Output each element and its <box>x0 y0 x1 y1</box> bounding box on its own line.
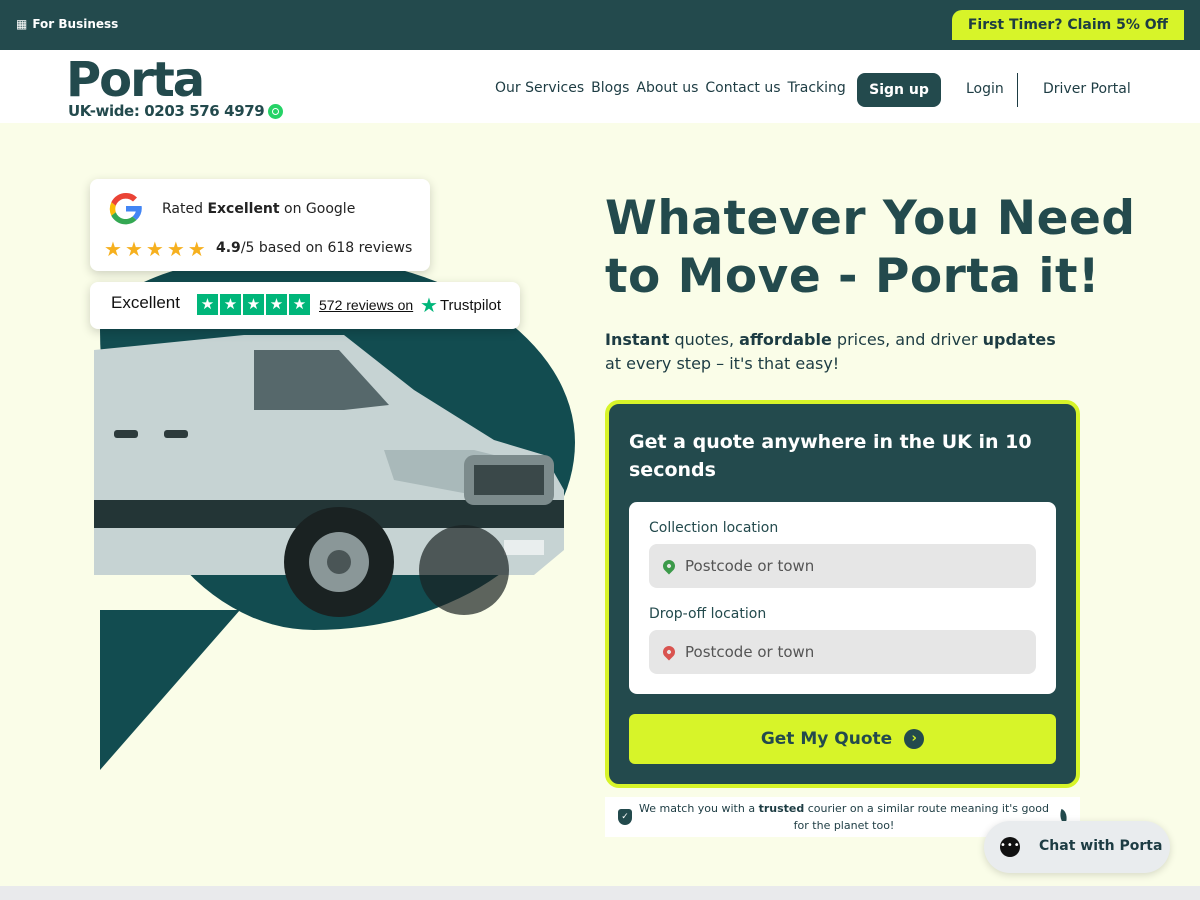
nav-blogs[interactable]: Blogs <box>591 80 629 96</box>
for-business-link[interactable]: ▦ For Business <box>16 17 118 31</box>
page-bottom-strip <box>0 886 1200 900</box>
site-header: Porta UK-wide: 0203 576 4979 Our Service… <box>0 50 1200 123</box>
dropoff-field[interactable] <box>649 630 1036 674</box>
nav-tracking[interactable]: Tracking <box>788 80 846 96</box>
nav-our-services[interactable]: Our Services <box>495 80 584 96</box>
main-nav: Our Services Blogs About us Contact us T… <box>495 80 846 96</box>
google-icon <box>109 192 142 225</box>
nav-about-us[interactable]: About us <box>636 80 698 96</box>
collection-input[interactable] <box>685 557 1005 575</box>
headline-line-2: to Move - Porta it! <box>605 249 1100 304</box>
nav-contact-us[interactable]: Contact us <box>705 80 780 96</box>
chat-bubble-icon: ••• <box>1000 837 1020 857</box>
headline-line-1: Whatever You Need <box>605 191 1136 246</box>
collection-field[interactable] <box>649 544 1036 588</box>
first-timer-promo-button[interactable]: First Timer? Claim 5% Off <box>951 10 1184 40</box>
star-icon: ★ <box>166 237 185 261</box>
trustpilot-logo: ★ Trustpilot <box>420 295 502 317</box>
chat-widget-button[interactable]: ••• Chat with Porta <box>984 821 1170 873</box>
for-business-label: For Business <box>32 17 119 31</box>
star-icon: ★ <box>187 237 206 261</box>
phone-number: UK-wide: 0203 576 4979 <box>68 102 265 120</box>
whatsapp-icon[interactable] <box>268 103 284 119</box>
trustpilot-star-icon: ★ <box>289 294 310 315</box>
collection-label: Collection location <box>649 520 779 536</box>
trustpilot-star-icon: ★ <box>220 294 241 315</box>
chat-label: Chat with Porta <box>1039 838 1163 854</box>
sign-up-button[interactable]: Sign up <box>857 73 941 107</box>
top-bar: ▦ For Business First Timer? Claim 5% Off <box>0 0 1200 50</box>
star-icon: ★ <box>104 237 122 261</box>
trustpilot-reviews-link[interactable]: 572 reviews on <box>319 297 413 313</box>
shield-check-icon: ✓ <box>618 809 632 825</box>
google-score: 4.9/5 based on 618 reviews <box>216 240 413 256</box>
header-divider <box>1017 73 1018 107</box>
google-rated-text: Rated Excellent on Google <box>162 201 356 217</box>
trustpilot-stars: ★ ★ ★ ★ ★ <box>197 294 310 315</box>
hero-subheadline: Instant quotes, affordable prices, and d… <box>605 330 1056 373</box>
get-my-quote-label: Get My Quote <box>760 729 893 749</box>
trustpilot-rating-word: Excellent <box>111 293 180 312</box>
get-my-quote-button[interactable]: Get My Quote › <box>629 714 1056 764</box>
hero-headline: Whatever You Need to Move - Porta it! <box>605 190 1165 306</box>
dropoff-label: Drop-off location <box>649 606 767 622</box>
porta-logo[interactable]: Porta <box>66 54 205 106</box>
building-icon: ▦ <box>16 17 28 31</box>
google-rating-card[interactable]: Rated Excellent on Google ★ ★ ★ ★ ★ 4.9/… <box>90 179 430 271</box>
hero-shape-tail <box>100 610 240 770</box>
trustpilot-card[interactable]: Excellent ★ ★ ★ ★ ★ 572 reviews on ★ Tru… <box>90 282 520 329</box>
star-icon: ★ <box>145 237 164 261</box>
chevron-right-icon: › <box>904 729 925 749</box>
trustpilot-star-logo-icon: ★ <box>420 295 438 317</box>
dropoff-input[interactable] <box>685 643 1005 661</box>
quote-panel: Get a quote anywhere in the UK in 10 sec… <box>605 400 1080 788</box>
quote-title: Get a quote anywhere in the UK in 10 sec… <box>629 431 1032 481</box>
trustpilot-star-icon: ★ <box>197 294 218 315</box>
phone-link[interactable]: UK-wide: 0203 576 4979 <box>68 102 284 120</box>
trustpilot-star-icon: ★ <box>243 294 264 315</box>
location-pin-icon <box>660 557 678 575</box>
van-image <box>94 335 564 617</box>
trustpilot-star-icon: ★ <box>266 294 287 315</box>
google-stars: ★ ★ ★ ★ ★ <box>104 239 206 259</box>
star-icon: ★ <box>124 237 143 261</box>
login-link[interactable]: Login <box>966 81 1004 97</box>
eco-note-text: We match you with a trusted courier on a… <box>639 802 1049 832</box>
location-pin-icon <box>660 643 678 661</box>
quote-form: Collection location Drop-off location <box>629 502 1056 694</box>
driver-portal-link[interactable]: Driver Portal <box>1043 81 1131 97</box>
